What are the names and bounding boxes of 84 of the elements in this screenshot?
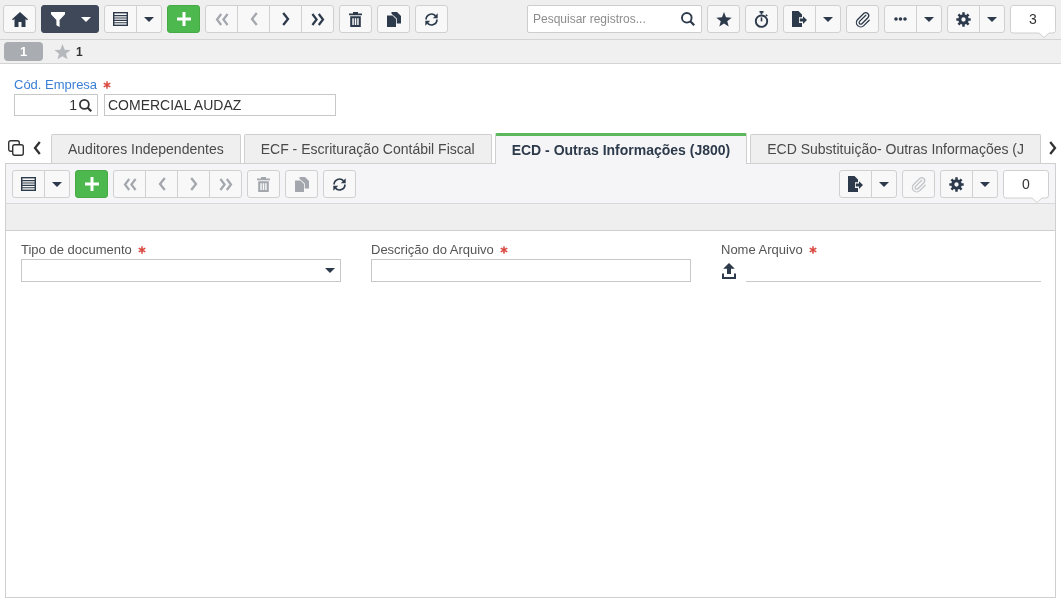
paperclip-icon — [854, 11, 871, 27]
settings-button[interactable] — [947, 5, 980, 33]
scroll-right-button[interactable] — [1049, 141, 1058, 155]
view-button[interactable] — [12, 170, 45, 198]
field-label: Tipo de documento — [21, 242, 132, 257]
double-chevron-right-icon — [310, 12, 325, 26]
star-icon — [54, 43, 71, 60]
dropdown-button[interactable] — [73, 5, 99, 33]
double-chevron-left-icon — [122, 177, 137, 191]
trash-icon — [257, 176, 270, 192]
plus-icon — [176, 12, 191, 26]
funnel-icon — [50, 11, 65, 27]
stopwatch-icon — [754, 10, 769, 28]
plus-icon — [84, 177, 99, 191]
caret-down-icon — [924, 16, 934, 22]
upload-icon[interactable] — [722, 262, 736, 279]
tab[interactable]: ECD Substituição- Outras Informações (J — [750, 134, 1042, 163]
company-name-field[interactable]: COMERCIAL AUDAZ — [104, 94, 336, 116]
gear-icon — [949, 176, 964, 192]
chevron-left-icon — [33, 141, 41, 155]
refresh-button[interactable] — [415, 5, 448, 33]
view-button[interactable] — [104, 5, 137, 33]
select-field[interactable] — [21, 259, 341, 282]
caret-down-icon — [980, 181, 990, 187]
table-icon — [21, 177, 36, 191]
tab[interactable]: ECD - Outras Informações (J800) — [494, 133, 748, 164]
refresh-icon — [332, 176, 347, 192]
paperclip-icon — [910, 176, 927, 192]
next-record-button[interactable] — [269, 5, 302, 33]
double-chevron-right-icon — [218, 177, 233, 191]
caret-down-icon — [879, 181, 889, 187]
chevron-right-icon — [189, 177, 198, 191]
settings-button[interactable] — [940, 170, 973, 198]
export-button[interactable] — [783, 5, 816, 33]
search-field[interactable]: Pesquisar registros... — [527, 5, 702, 33]
timer-button[interactable] — [745, 5, 778, 33]
documents-icon — [386, 11, 401, 27]
file-export-icon — [848, 176, 863, 192]
documents-icon — [294, 176, 309, 192]
file-export-icon — [792, 11, 807, 27]
field-label: Nome Arquivo — [721, 242, 803, 257]
field-label: Cód. Empresa — [14, 77, 98, 92]
table-icon — [113, 12, 128, 26]
text-field[interactable] — [371, 259, 691, 282]
record-counter: 3 — [1010, 5, 1056, 38]
scroll-left-button[interactable] — [33, 141, 41, 155]
favorites-count: 1 — [76, 44, 83, 59]
add-button[interactable] — [167, 5, 200, 33]
caret-down-icon — [81, 16, 91, 22]
caret-down-icon — [987, 16, 997, 22]
last-record-button[interactable] — [301, 5, 334, 33]
chevron-left-icon — [157, 177, 166, 191]
refresh-icon — [424, 11, 439, 27]
home-icon — [11, 11, 28, 27]
chevron-right-icon — [281, 12, 290, 26]
duplicate-button[interactable] — [377, 5, 410, 33]
filter-button[interactable] — [41, 5, 74, 33]
caret-down-icon — [52, 181, 62, 187]
add-button[interactable] — [75, 170, 108, 198]
overlapping-squares-icon[interactable] — [8, 140, 24, 156]
star-icon — [715, 11, 732, 27]
ellipsis-icon — [894, 17, 907, 21]
tab[interactable]: Auditores Independentes — [51, 134, 241, 163]
favorite-button[interactable] — [707, 5, 740, 33]
company-code-field[interactable]: 1 — [14, 94, 98, 116]
delete-button[interactable] — [339, 5, 372, 33]
refresh-button[interactable] — [323, 170, 356, 198]
export-button[interactable] — [839, 170, 872, 198]
search-icon[interactable] — [79, 98, 92, 112]
more-button[interactable] — [884, 5, 917, 33]
caret-down-icon — [823, 16, 833, 22]
search-icon[interactable] — [681, 12, 695, 26]
attach-button[interactable] — [846, 5, 879, 33]
gear-icon — [956, 11, 971, 27]
tab[interactable]: ECF - Escrituração Contábil Fiscal — [243, 134, 492, 163]
chevron-right-icon — [1049, 141, 1058, 155]
chevron-left-icon — [249, 12, 258, 26]
home-button[interactable] — [3, 5, 36, 33]
caret-down-icon — [144, 16, 154, 22]
caret-down-icon — [325, 268, 335, 273]
trash-icon — [349, 11, 362, 27]
double-chevron-left-icon — [214, 12, 229, 26]
record-counter: 0 — [1003, 170, 1049, 203]
field-label: Descrição do Arquivo — [371, 242, 494, 257]
